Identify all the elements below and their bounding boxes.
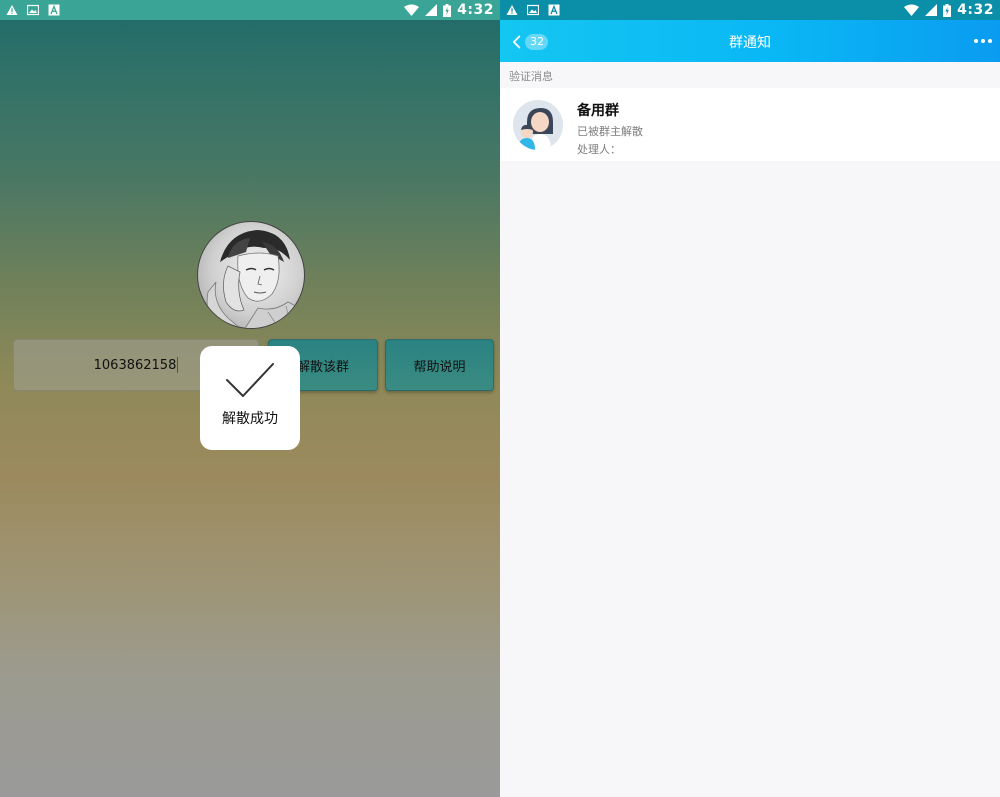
dismiss-group-label: 解散该群 (296, 359, 349, 375)
profile-avatar (197, 221, 305, 329)
top-nav-bar: 32 群通知 (500, 20, 1000, 62)
qq-number-value: 1063862158 (93, 357, 177, 373)
battery-icon (943, 3, 952, 17)
wifi-icon (904, 4, 920, 16)
signal-icon (425, 4, 438, 16)
right-app-screen: 4:32 32 群通知 验证消息 备用群 已被群主解散 处理人： (500, 0, 1000, 797)
page-title: 群通知 (729, 35, 771, 51)
battery-icon (443, 3, 452, 17)
image-icon (527, 4, 539, 16)
text-caret (177, 357, 179, 373)
avatar-sketch-image (206, 230, 304, 328)
group-notice-item[interactable]: 备用群 已被群主解散 处理人： (500, 88, 1000, 161)
image-icon (27, 4, 39, 16)
handler-label: 处理人： (577, 143, 621, 156)
help-button-label: 帮助说明 (413, 359, 466, 375)
clock: 4:32 (457, 2, 494, 18)
check-icon (226, 363, 274, 397)
toast-message: 解散成功 (222, 411, 278, 427)
help-button[interactable]: 帮助说明 (385, 339, 494, 391)
status-bar: 4:32 (500, 0, 1000, 20)
status-bar: 4:32 (0, 0, 500, 20)
group-avatar (513, 100, 563, 150)
font-icon (48, 4, 60, 16)
left-app-screen: 4:32 1063862158 解散该群 帮助说明 解散成功 (0, 0, 500, 797)
success-toast: 解散成功 (200, 346, 300, 450)
signal-icon (925, 4, 938, 16)
warning-icon (6, 5, 18, 15)
more-icon[interactable] (974, 39, 992, 43)
clock: 4:32 (957, 2, 994, 18)
group-status: 已被群主解散 (577, 125, 643, 138)
section-label: 验证消息 (509, 70, 553, 83)
wifi-icon (404, 4, 420, 16)
font-icon (548, 4, 560, 16)
warning-icon (506, 5, 518, 15)
group-default-avatar-icon (513, 100, 563, 150)
group-name: 备用群 (577, 103, 619, 119)
